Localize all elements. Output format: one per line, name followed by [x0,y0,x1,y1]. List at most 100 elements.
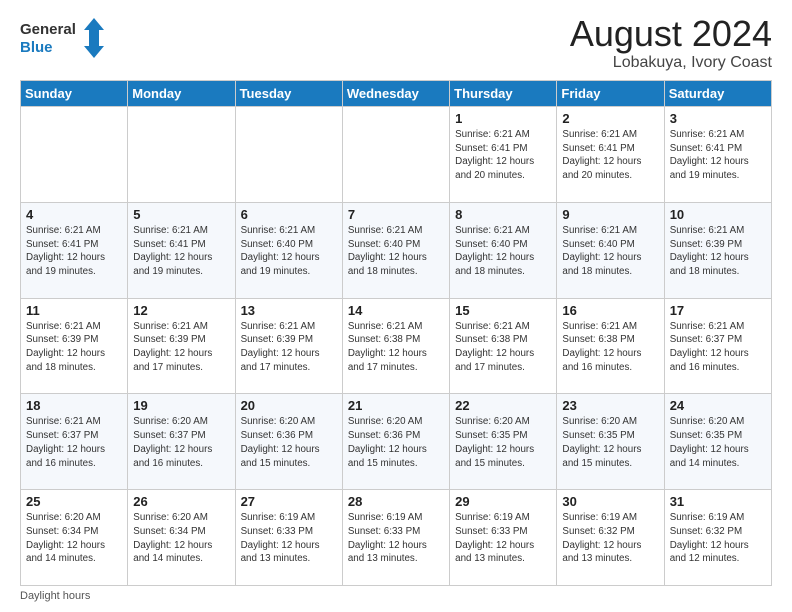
table-row: 30Sunrise: 6:19 AMSunset: 6:32 PMDayligh… [557,490,664,586]
day-detail: Sunrise: 6:19 AMSunset: 6:33 PMDaylight:… [348,511,444,566]
day-number: 7 [348,207,444,222]
logo-svg: General Blue [20,16,110,60]
day-number: 9 [562,207,658,222]
table-row: 29Sunrise: 6:19 AMSunset: 6:33 PMDayligh… [450,490,557,586]
day-number: 27 [241,494,337,509]
table-row: 26 Sunrise: 6:20 AMSunset: 6:34 PMDayligh… [128,490,235,586]
day-number: 6 [241,207,337,222]
week-row-4: 18Sunrise: 6:21 AMSunset: 6:37 PMDayligh… [21,394,772,490]
day-number: 25 [26,494,122,509]
day-number: 21 [348,398,444,413]
calendar-table: SundayMondayTuesdayWednesdayThursdayFrid… [20,80,772,586]
day-number: 26 [133,494,229,509]
day-detail: Sunrise: 6:21 AMSunset: 6:38 PMDaylight:… [455,320,551,375]
day-number: 5 [133,207,229,222]
day-detail: Sunrise: 6:21 AMSunset: 6:40 PMDaylight:… [348,224,444,279]
table-row: 2 Sunrise: 6:21 AMSunset: 6:41 PMDaylight… [557,107,664,203]
page: General Blue August 2024 Lobakuya, Ivory… [0,0,792,612]
table-row: 6 Sunrise: 6:21 AMSunset: 6:40 PMDaylight… [235,202,342,298]
day-number: 2 [562,111,658,126]
day-detail: Sunrise: 6:21 AMSunset: 6:39 PMDaylight:… [133,320,229,375]
table-row: 17 Sunrise: 6:21 AMSunset: 6:37 PMDayligh… [664,298,771,394]
table-row: 10Sunrise: 6:21 AMSunset: 6:39 PMDayligh… [664,202,771,298]
table-row: 7 Sunrise: 6:21 AMSunset: 6:40 PMDaylight… [342,202,449,298]
table-row [342,107,449,203]
day-detail: Sunrise: 6:21 AMSunset: 6:39 PMDaylight:… [26,320,122,375]
main-title: August 2024 [570,16,772,52]
day-detail: Sunrise: 6:20 AMSunset: 6:35 PMDaylight:… [562,415,658,470]
day-number: 19 [133,398,229,413]
day-number: 15 [455,303,551,318]
day-detail: Sunrise: 6:21 AMSunset: 6:38 PMDaylight:… [348,320,444,375]
table-row: 4Sunrise: 6:21 AMSunset: 6:41 PMDaylight… [21,202,128,298]
day-detail: Sunrise: 6:20 AMSunset: 6:34 PMDaylight:… [26,511,122,566]
day-detail: Sunrise: 6:21 AMSunset: 6:39 PMDaylight:… [241,320,337,375]
day-number: 14 [348,303,444,318]
day-number: 10 [670,207,766,222]
table-row: 1Sunrise: 6:21 AMSunset: 6:41 PMDaylight… [450,107,557,203]
day-detail: Sunrise: 6:21 AMSunset: 6:37 PMDaylight:… [26,415,122,470]
table-row: 12Sunrise: 6:21 AMSunset: 6:39 PMDayligh… [128,298,235,394]
day-number: 17 [670,303,766,318]
weekday-tuesday: Tuesday [235,81,342,107]
day-number: 20 [241,398,337,413]
weekday-thursday: Thursday [450,81,557,107]
day-number: 1 [455,111,551,126]
day-number: 13 [241,303,337,318]
day-number: 11 [26,303,122,318]
week-row-5: 25 Sunrise: 6:20 AMSunset: 6:34 PMDayligh… [21,490,772,586]
day-number: 24 [670,398,766,413]
day-detail: Sunrise: 6:19 AMSunset: 6:33 PMDaylight:… [241,511,337,566]
day-number: 30 [562,494,658,509]
header: General Blue August 2024 Lobakuya, Ivory… [20,16,772,72]
table-row: 8Sunrise: 6:21 AMSunset: 6:40 PMDaylight… [450,202,557,298]
table-row: 25 Sunrise: 6:20 AMSunset: 6:34 PMDayligh… [21,490,128,586]
footer: Daylight hours [20,590,772,602]
table-row: 28 Sunrise: 6:19 AMSunset: 6:33 PMDayligh… [342,490,449,586]
day-detail: Sunrise: 6:21 AMSunset: 6:37 PMDaylight:… [670,320,766,375]
day-number: 16 [562,303,658,318]
day-detail: Sunrise: 6:21 AMSunset: 6:40 PMDaylight:… [562,224,658,279]
day-detail: Sunrise: 6:21 AMSunset: 6:40 PMDaylight:… [455,224,551,279]
week-row-1: 1 Sunrise: 6:21 AMSunset: 6:41 PMDaylight… [21,107,772,203]
table-row: 20Sunrise: 6:20 AMSunset: 6:36 PMDayligh… [235,394,342,490]
day-number: 28 [348,494,444,509]
table-row [128,107,235,203]
table-row: 9 Sunrise: 6:21 AMSunset: 6:40 PMDaylight… [557,202,664,298]
table-row: 3 Sunrise: 6:21 AMSunset: 6:41 PMDaylight… [664,107,771,203]
weekday-saturday: Saturday [664,81,771,107]
day-detail: Sunrise: 6:21 AMSunset: 6:41 PMDaylight:… [133,224,229,279]
day-detail: Sunrise: 6:20 AMSunset: 6:36 PMDaylight:… [348,415,444,470]
week-row-2: 4 Sunrise: 6:21 AMSunset: 6:41 PMDaylight… [21,202,772,298]
day-detail: Sunrise: 6:20 AMSunset: 6:37 PMDaylight:… [133,415,229,470]
day-number: 3 [670,111,766,126]
day-number: 23 [562,398,658,413]
day-detail: Sunrise: 6:20 AMSunset: 6:34 PMDaylight:… [133,511,229,566]
table-row [235,107,342,203]
table-row: 15 Sunrise: 6:21 AMSunset: 6:38 PMDayligh… [450,298,557,394]
subtitle: Lobakuya, Ivory Coast [570,54,772,72]
table-row: 22Sunrise: 6:20 AMSunset: 6:35 PMDayligh… [450,394,557,490]
weekday-wednesday: Wednesday [342,81,449,107]
weekday-header-row: SundayMondayTuesdayWednesdayThursdayFrid… [21,81,772,107]
table-row: 5 Sunrise: 6:21 AMSunset: 6:41 PMDaylight… [128,202,235,298]
table-row: 31Sunrise: 6:19 AMSunset: 6:32 PMDayligh… [664,490,771,586]
day-detail: Sunrise: 6:21 AMSunset: 6:40 PMDaylight:… [241,224,337,279]
table-row: 11 Sunrise: 6:21 AMSunset: 6:39 PMDayligh… [21,298,128,394]
table-row [21,107,128,203]
day-detail: Sunrise: 6:21 AMSunset: 6:41 PMDaylight:… [562,128,658,183]
day-detail: Sunrise: 6:19 AMSunset: 6:32 PMDaylight:… [670,511,766,566]
table-row: 23 Sunrise: 6:20 AMSunset: 6:35 PMDayligh… [557,394,664,490]
week-row-3: 11 Sunrise: 6:21 AMSunset: 6:39 PMDayligh… [21,298,772,394]
table-row: 13 Sunrise: 6:21 AMSunset: 6:39 PMDayligh… [235,298,342,394]
table-row: 27 Sunrise: 6:19 AMSunset: 6:33 PMDayligh… [235,490,342,586]
day-number: 4 [26,207,122,222]
title-block: August 2024 Lobakuya, Ivory Coast [570,16,772,72]
day-detail: Sunrise: 6:21 AMSunset: 6:41 PMDaylight:… [670,128,766,183]
svg-text:General: General [20,21,76,38]
weekday-sunday: Sunday [21,81,128,107]
table-row: 21 Sunrise: 6:20 AMSunset: 6:36 PMDayligh… [342,394,449,490]
day-detail: Sunrise: 6:19 AMSunset: 6:33 PMDaylight:… [455,511,551,566]
svg-text:Blue: Blue [20,39,53,56]
table-row: 18Sunrise: 6:21 AMSunset: 6:37 PMDayligh… [21,394,128,490]
